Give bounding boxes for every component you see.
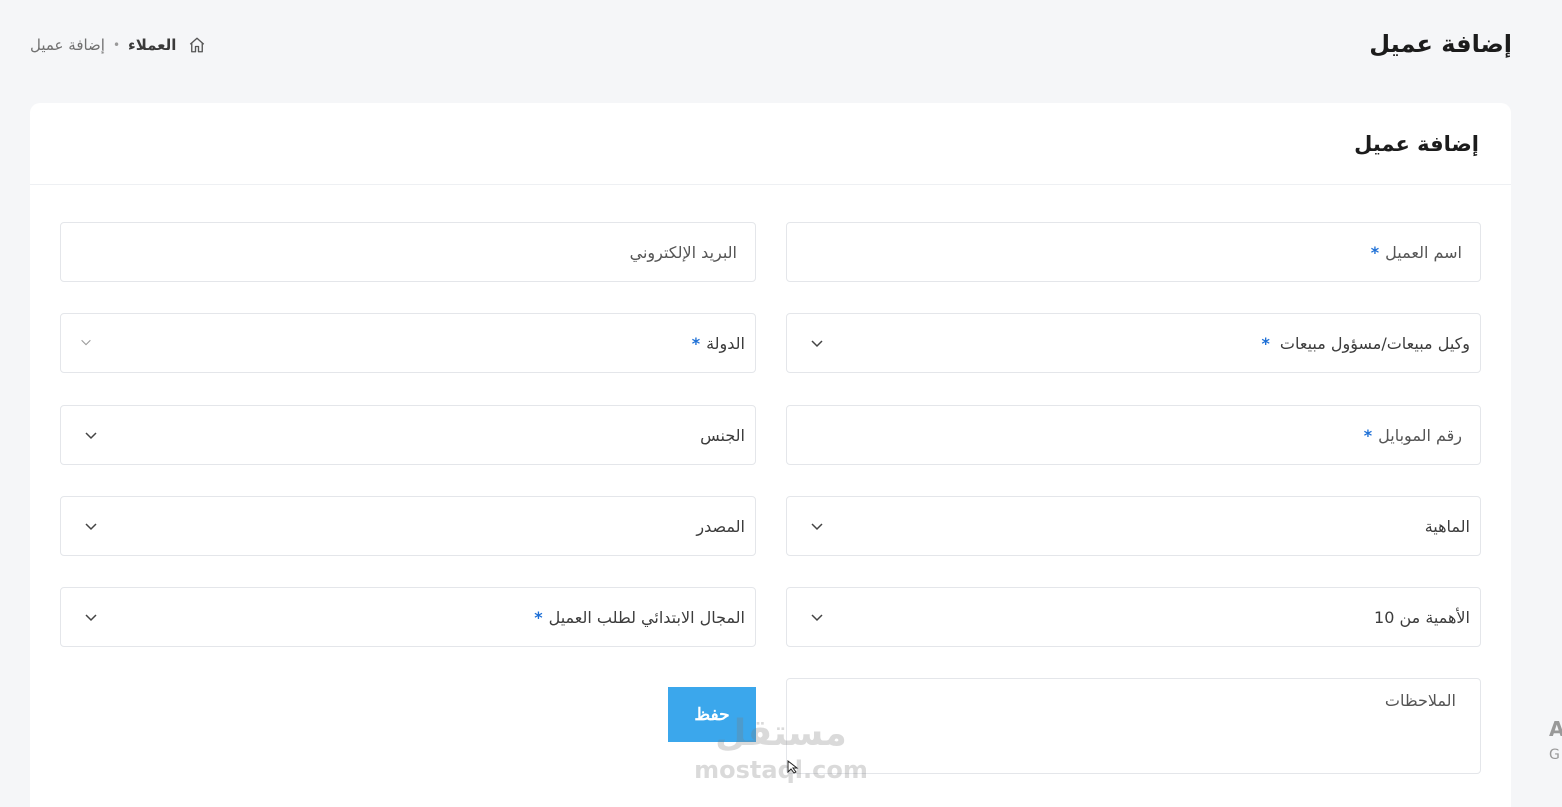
- required-mark: *: [534, 607, 543, 627]
- mobile-placeholder: رقم الموبايل: [1378, 425, 1462, 445]
- mobile-field[interactable]: رقم الموبايل *: [786, 405, 1481, 465]
- source-label: المصدر: [696, 516, 745, 536]
- edge-text-line1: A: [1549, 717, 1562, 741]
- customer-name-placeholder: اسم العميل: [1385, 242, 1462, 262]
- required-mark: *: [691, 333, 701, 353]
- card-title: إضافة عميل: [1354, 131, 1479, 156]
- email-field[interactable]: البريد الإلكتروني: [60, 222, 756, 282]
- initial-field-label: المجال الابتدائي لطلب العميل: [548, 607, 745, 627]
- breadcrumb-current: إضافة عميل: [30, 36, 105, 54]
- edge-text: A G: [1549, 716, 1562, 768]
- customer-name-field[interactable]: اسم العميل *: [786, 222, 1481, 282]
- notes-textarea[interactable]: الملاحظات: [786, 678, 1481, 774]
- required-mark: *: [1370, 242, 1380, 262]
- sales-agent-select[interactable]: وكيل مبيعات/مسؤول مبيعات *: [786, 313, 1481, 373]
- save-button[interactable]: حفظ: [668, 687, 756, 742]
- notes-placeholder: الملاحظات: [1384, 691, 1456, 710]
- chevron-down-icon: [809, 518, 825, 534]
- chevron-down-icon: [809, 609, 825, 625]
- edge-text-line2: G: [1549, 747, 1560, 763]
- chevron-down-icon: [83, 518, 99, 534]
- country-select[interactable]: الدولة *: [60, 313, 756, 373]
- required-mark: *: [1261, 333, 1270, 353]
- gender-label: الجنس: [700, 425, 745, 445]
- chevron-down-icon: [83, 427, 99, 443]
- breadcrumb: إضافة عميل • العملاء: [30, 36, 206, 54]
- nature-label: الماهية: [1424, 516, 1470, 536]
- home-icon[interactable]: [188, 36, 206, 54]
- chevron-down-icon: [83, 609, 99, 625]
- importance-select[interactable]: الأهمية من 10: [786, 587, 1481, 647]
- source-select[interactable]: المصدر: [60, 496, 756, 556]
- chevron-down-icon: [77, 335, 93, 351]
- chevron-down-icon: [809, 335, 825, 351]
- card-header: إضافة عميل: [30, 103, 1511, 185]
- email-placeholder: البريد الإلكتروني: [629, 242, 737, 262]
- mouse-cursor-icon: [787, 760, 799, 774]
- country-label: الدولة: [706, 333, 745, 353]
- importance-label: الأهمية من 10: [1374, 607, 1470, 627]
- sales-agent-label: وكيل مبيعات/مسؤول مبيعات: [1279, 333, 1470, 353]
- add-customer-card: إضافة عميل اسم العميل * البريد الإلكترون…: [30, 103, 1511, 807]
- nature-select[interactable]: الماهية: [786, 496, 1481, 556]
- breadcrumb-separator: •: [112, 38, 121, 52]
- gender-select[interactable]: الجنس: [60, 405, 756, 465]
- required-mark: *: [1363, 425, 1373, 445]
- breadcrumb-link-customers[interactable]: العملاء: [128, 36, 176, 54]
- page-title: إضافة عميل: [1369, 30, 1512, 58]
- initial-field-select[interactable]: المجال الابتدائي لطلب العميل *: [60, 587, 756, 647]
